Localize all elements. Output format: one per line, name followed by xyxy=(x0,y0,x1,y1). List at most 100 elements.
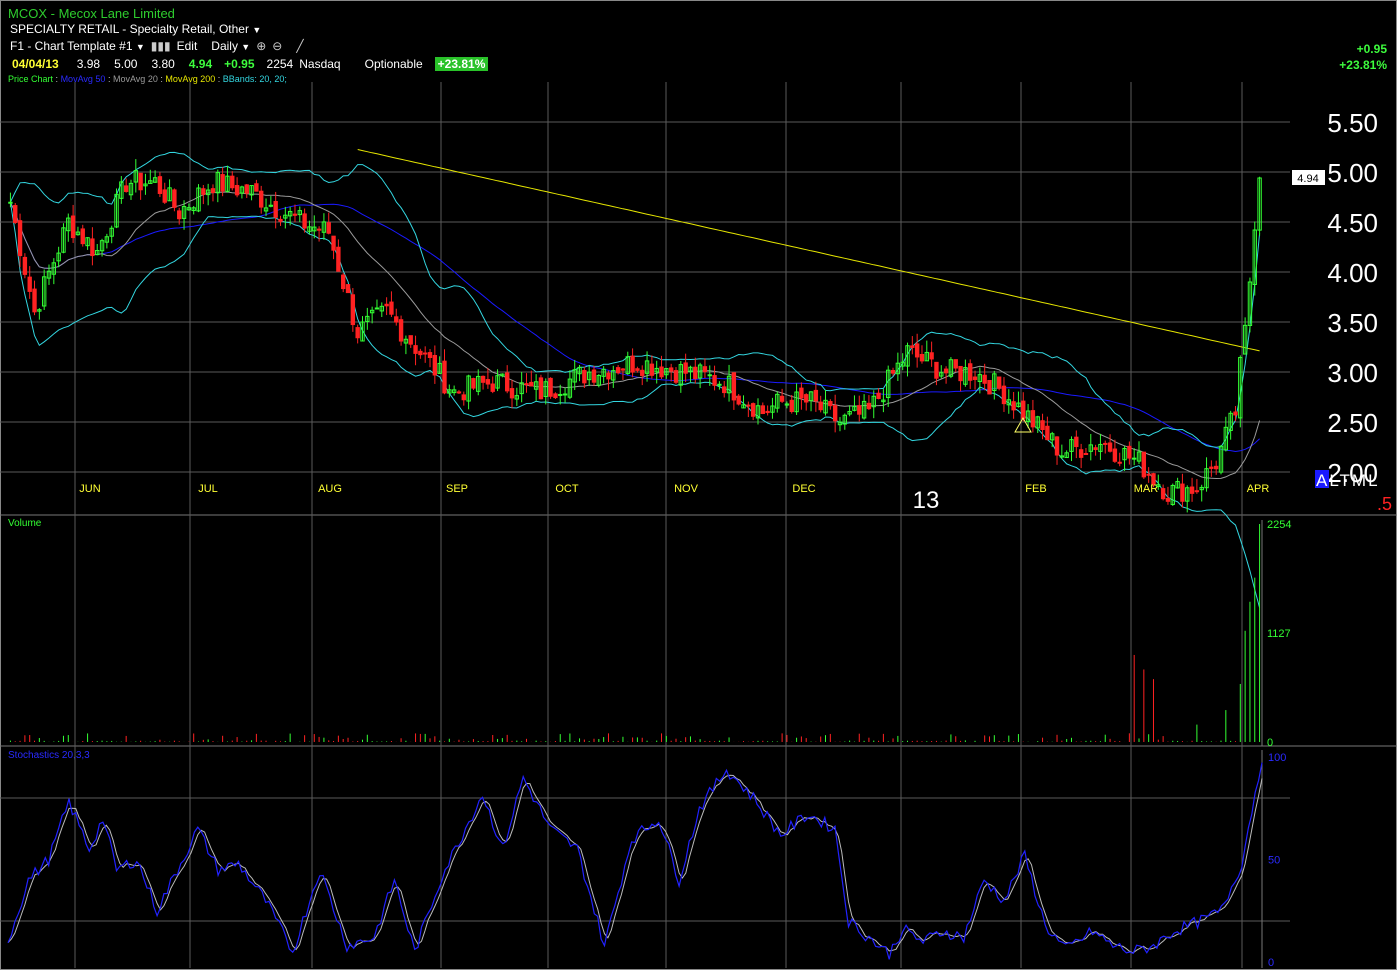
candle-body xyxy=(659,366,664,378)
candle-body xyxy=(958,365,963,382)
candle-body xyxy=(702,366,708,373)
candle-body xyxy=(423,352,428,355)
candle-body xyxy=(1233,411,1238,416)
candle-body xyxy=(524,383,529,386)
candle-body xyxy=(996,376,1002,389)
candle-body xyxy=(13,205,18,223)
candle-body xyxy=(1107,442,1113,452)
candle-body xyxy=(384,303,389,307)
candle-body xyxy=(635,368,640,371)
candle-body xyxy=(1074,436,1079,448)
candle-body xyxy=(1132,457,1137,460)
candle-body xyxy=(1083,453,1089,456)
candle-body xyxy=(331,235,336,251)
candle-body xyxy=(1040,420,1045,431)
price-tick-label: 4.00 xyxy=(1327,258,1378,288)
candle-body xyxy=(456,391,462,394)
ma20-line xyxy=(9,191,1261,480)
candle-body xyxy=(355,327,360,339)
volume-tick-label: 2254 xyxy=(1267,519,1291,531)
bband-lower-line xyxy=(9,202,1261,608)
candle-body xyxy=(649,363,655,376)
candle-body xyxy=(1078,449,1084,458)
month-label: JUN xyxy=(79,483,100,495)
candle-body xyxy=(32,288,37,313)
candle-body xyxy=(432,354,438,376)
candle-body xyxy=(529,381,534,387)
volume-tick-label: 0 xyxy=(1267,737,1273,749)
candle-body xyxy=(210,188,216,194)
candle-body xyxy=(750,403,756,417)
candle-body xyxy=(804,394,809,403)
candle-body xyxy=(562,393,568,396)
price-tick-label: 4.50 xyxy=(1327,208,1378,238)
candle-body xyxy=(1180,483,1185,502)
candle-body xyxy=(302,213,307,229)
candle-body xyxy=(398,319,404,342)
candle-body xyxy=(972,376,978,380)
candle-body xyxy=(929,352,934,360)
candle-body xyxy=(123,185,129,192)
month-label: AUG xyxy=(318,483,342,495)
ma50-line xyxy=(9,201,1260,453)
candle-body xyxy=(278,218,283,222)
candle-body xyxy=(70,215,76,239)
candle-body xyxy=(890,370,896,374)
candle-body xyxy=(914,343,920,358)
candle-body xyxy=(779,395,785,402)
candle-body xyxy=(1112,448,1118,462)
candle-body xyxy=(1045,425,1050,441)
altml-sub-label: .5 xyxy=(1377,494,1392,514)
chart-canvas[interactable]: 5.505.004.504.003.503.002.502.00JUN JUL AU… xyxy=(0,0,1397,970)
candle-body xyxy=(220,174,225,192)
last-price-value: 4.94 xyxy=(1297,173,1318,185)
candle-body xyxy=(90,238,95,257)
candle-body xyxy=(17,220,23,257)
candle-body xyxy=(461,394,466,401)
candle-body xyxy=(8,201,13,204)
month-label: JUL xyxy=(198,483,218,495)
candle-body xyxy=(736,395,741,405)
candle-body xyxy=(717,383,722,386)
candle-body xyxy=(707,374,712,377)
ma200-line xyxy=(357,149,1260,352)
candle-body xyxy=(341,274,346,290)
candle-body xyxy=(413,345,418,354)
candle-body xyxy=(230,175,235,189)
candle-body xyxy=(138,172,143,191)
candle-body xyxy=(934,361,939,379)
candle-body xyxy=(919,353,925,362)
candle-body xyxy=(389,301,394,315)
candle-body xyxy=(234,184,240,196)
price-tick-label: 3.00 xyxy=(1327,358,1378,388)
candle-body xyxy=(509,388,515,399)
candle-body xyxy=(350,294,356,326)
candle-body xyxy=(765,410,770,414)
candle-body xyxy=(27,276,32,292)
month-label: NOV xyxy=(674,483,699,495)
candle-body xyxy=(1165,498,1171,502)
candle-body xyxy=(548,377,553,397)
candle-body xyxy=(606,372,611,380)
price-tick-label: 3.50 xyxy=(1327,308,1378,338)
candle-body xyxy=(505,372,510,392)
candle-body xyxy=(336,246,341,272)
candle-body xyxy=(1151,473,1156,485)
candle-body xyxy=(1141,451,1147,478)
candle-body xyxy=(1213,465,1219,470)
candle-body xyxy=(1127,445,1132,459)
candle-body xyxy=(982,374,987,384)
candle-body xyxy=(558,393,563,396)
candle-body xyxy=(292,213,298,216)
bband-upper-line xyxy=(9,151,1261,448)
candle-body xyxy=(22,256,28,275)
candle-body xyxy=(987,379,992,395)
stoch-tick-label: 100 xyxy=(1268,752,1286,764)
candle-body xyxy=(1054,436,1060,456)
price-tick-label: 5.50 xyxy=(1327,108,1378,138)
stoch-tick-label: 50 xyxy=(1268,855,1280,867)
candle-body xyxy=(374,307,380,310)
candle-body xyxy=(259,190,264,208)
candle-body xyxy=(394,316,399,323)
candle-body xyxy=(418,350,423,356)
